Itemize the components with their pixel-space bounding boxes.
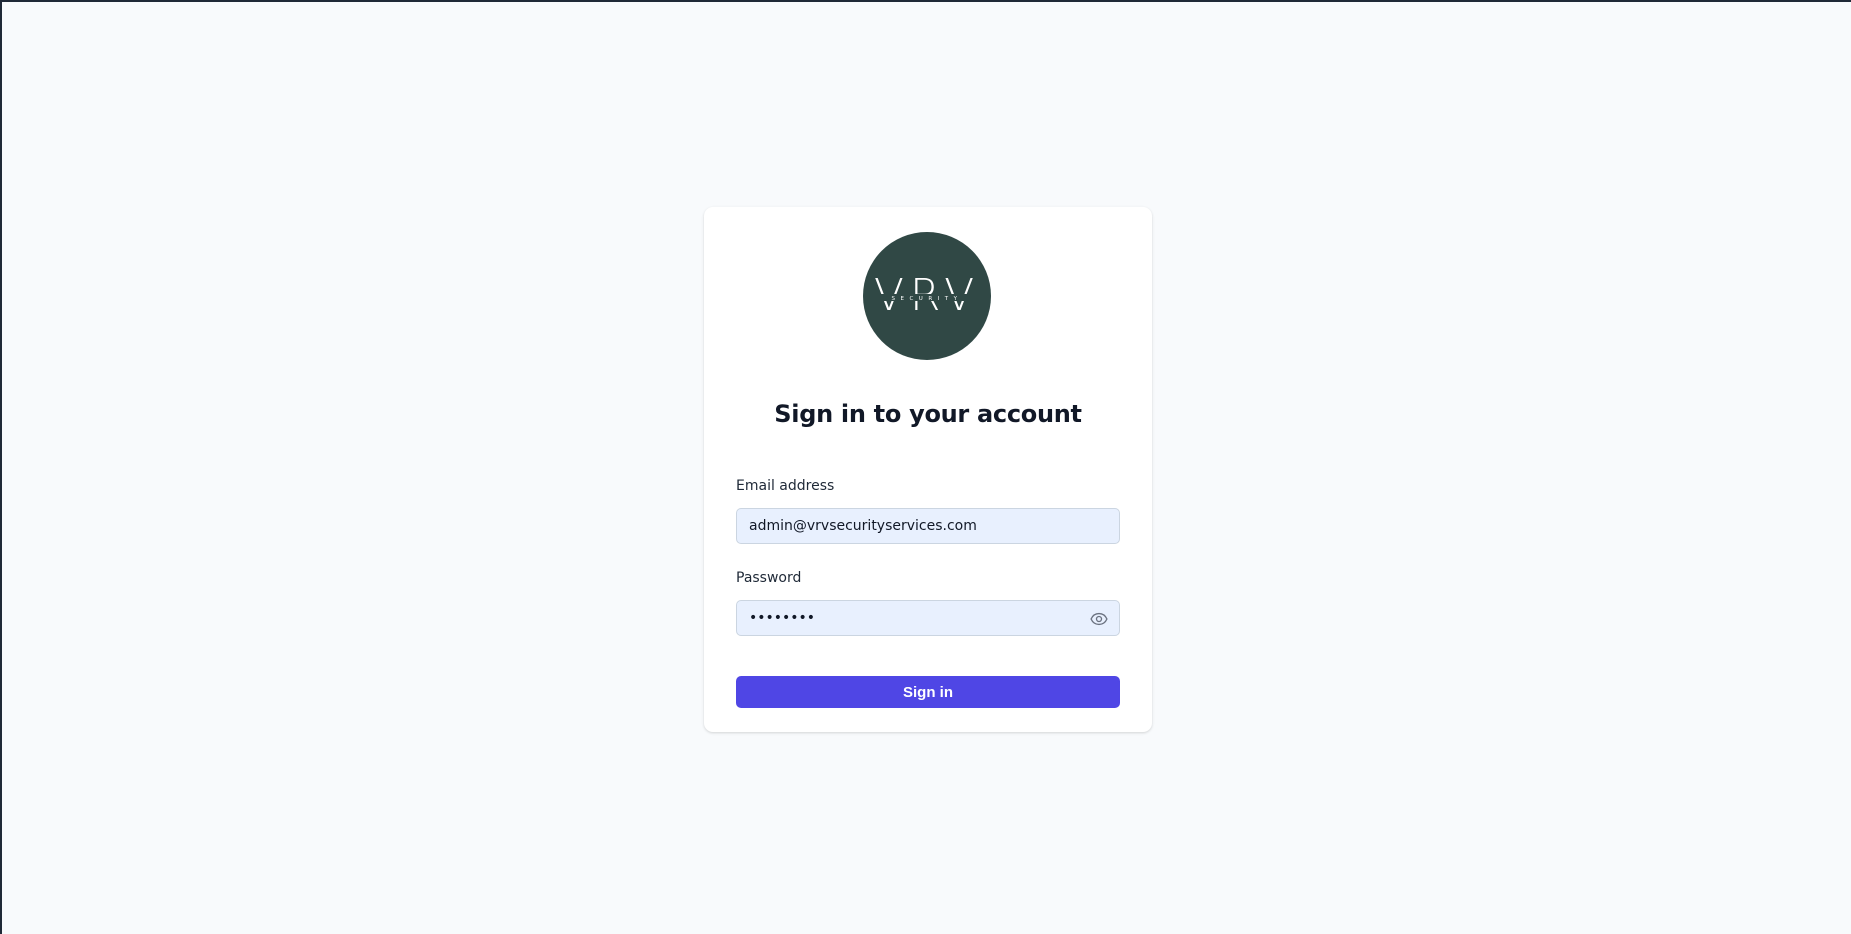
eye-icon[interactable] <box>1089 609 1109 629</box>
sign-in-button[interactable]: Sign in <box>736 676 1120 708</box>
password-label: Password <box>736 570 802 586</box>
logo-subtext: SECURITY <box>892 296 963 302</box>
email-field-wrapper <box>736 508 1120 544</box>
vrv-security-logo: VRV SECURITY <box>863 232 991 360</box>
email-field[interactable] <box>737 509 1119 543</box>
page-title: Sign in to your account <box>774 400 1082 428</box>
email-label: Email address <box>736 478 835 494</box>
password-field-wrapper <box>736 600 1120 636</box>
login-card: VRV SECURITY Sign in to your account Ema… <box>704 207 1152 732</box>
password-field[interactable] <box>737 601 1119 635</box>
